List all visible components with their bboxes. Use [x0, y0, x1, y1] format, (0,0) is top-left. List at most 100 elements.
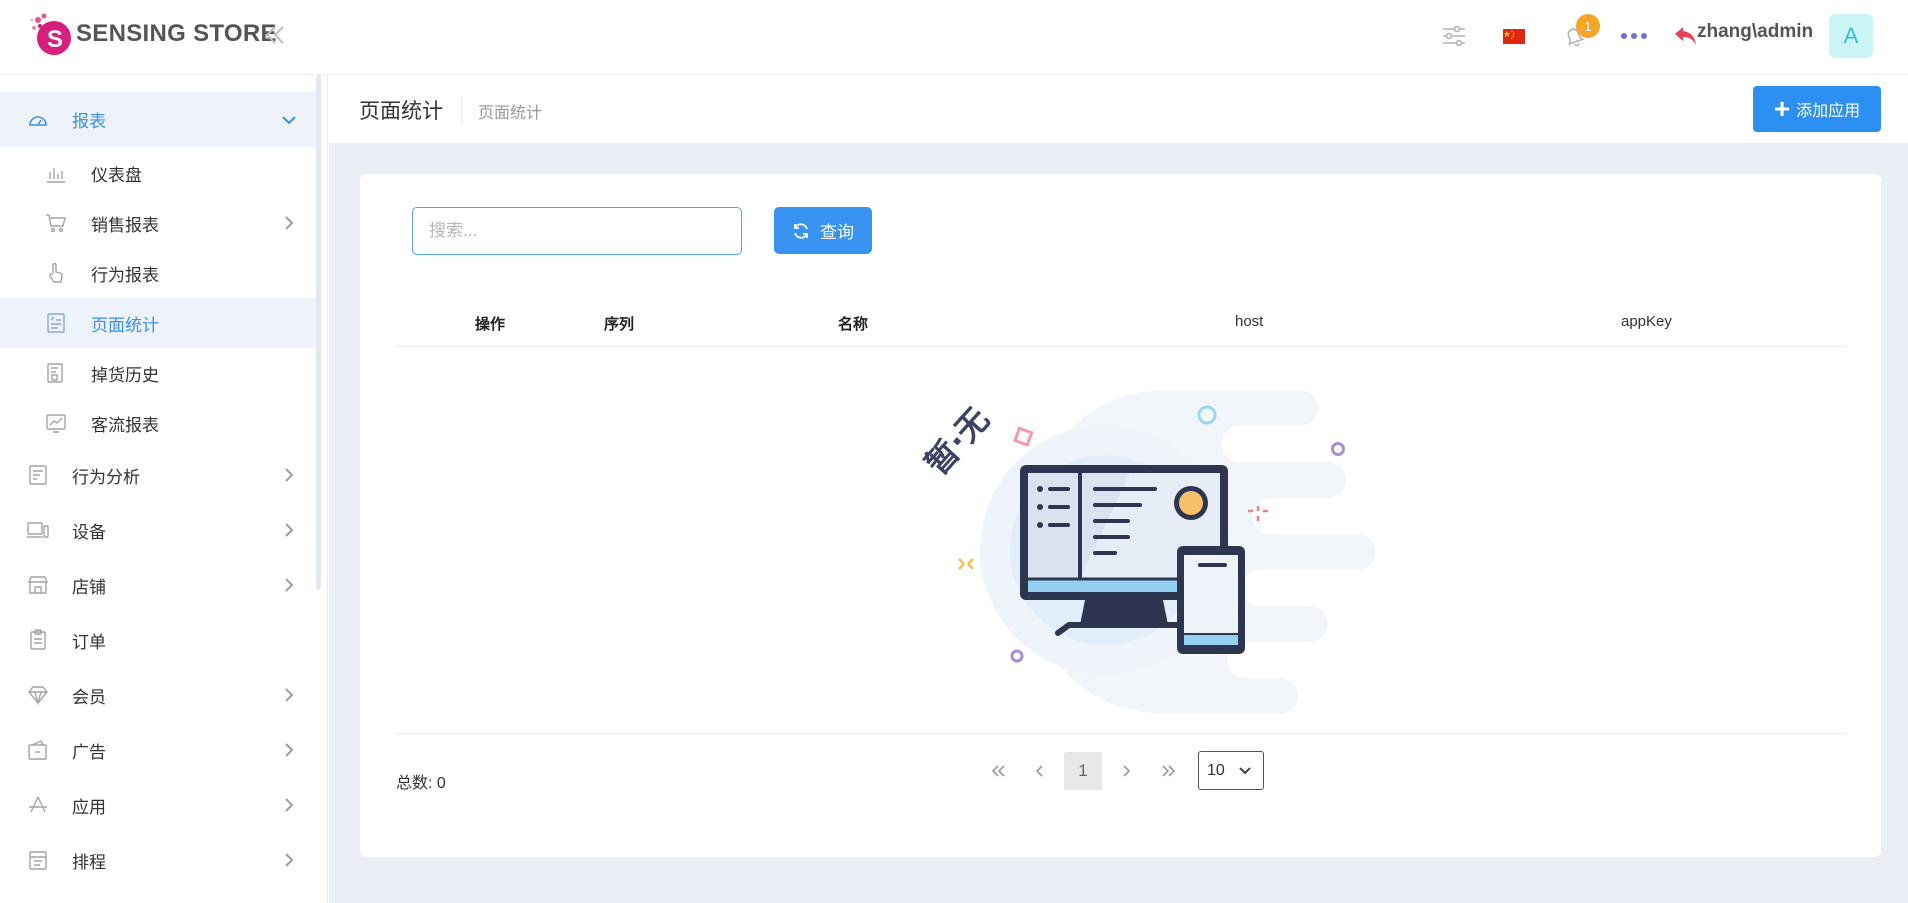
sidebar-item-orders[interactable]: 订单 — [0, 614, 316, 666]
chevron-left-icon — [1035, 765, 1043, 777]
sidebar-item-label: 报表 — [72, 112, 106, 131]
filter-settings-icon[interactable] — [1438, 20, 1470, 52]
column-header-actions[interactable]: 操作 — [475, 313, 505, 334]
app-store-icon — [29, 796, 47, 813]
calendar-icon — [29, 851, 47, 870]
empty-state-text: 暂·无 — [918, 400, 997, 482]
next-page-button[interactable] — [1107, 752, 1145, 790]
page-size-value: 10 — [1207, 761, 1225, 779]
chevron-right-icon — [285, 688, 294, 702]
clipboard-icon — [30, 629, 46, 650]
plus-icon: + — [1773, 93, 1791, 124]
chevron-right-icon — [1123, 765, 1131, 777]
title-divider — [461, 96, 462, 122]
refresh-icon — [794, 222, 808, 239]
first-page-button[interactable] — [979, 752, 1017, 790]
sidebar-item-label: 会员 — [72, 687, 106, 707]
collapse-sidebar-icon[interactable] — [262, 22, 288, 48]
sidebar-item-page-stats[interactable]: 页面统计 — [0, 298, 316, 348]
sidebar-item-label: 应用 — [72, 797, 106, 817]
avatar[interactable]: A — [1829, 14, 1873, 58]
top-header: S SENSING STORE 1 zhang\admin A — [0, 0, 1908, 75]
sidebar-item-devices[interactable]: 设备 — [0, 504, 316, 556]
sidebar-item-label: 客流报表 — [91, 415, 159, 435]
sidebar-item-apps[interactable]: 应用 — [0, 779, 316, 831]
total-count: 总数: 0 — [396, 775, 446, 792]
logo-icon: S — [28, 10, 74, 58]
sidebar-item-schedule[interactable]: 排程 — [0, 834, 316, 886]
current-user[interactable]: zhang\admin — [1697, 21, 1813, 43]
brand-name: SENSING STORE — [76, 20, 277, 47]
chevron-right-icon — [285, 743, 294, 757]
sidebar-item-label: 设备 — [72, 522, 106, 542]
sidebar-item-sales-report[interactable]: 销售报表 — [0, 198, 316, 248]
chevron-right-icon — [285, 216, 294, 230]
page-number-button[interactable]: 1 — [1064, 752, 1102, 790]
chevron-right-icon — [285, 468, 294, 482]
table-footer-divider — [396, 733, 1846, 734]
column-header-sequence[interactable]: 序列 — [604, 313, 634, 334]
column-header-name[interactable]: 名称 — [838, 313, 868, 334]
sidebar-item-label: 订单 — [72, 632, 106, 652]
gauge-icon — [29, 115, 47, 126]
query-label: 查询 — [820, 223, 854, 242]
table-header-divider — [396, 346, 1846, 347]
chevron-down-icon — [1239, 767, 1251, 775]
more-options-icon[interactable] — [1618, 20, 1650, 52]
device-icon — [27, 522, 49, 538]
sidebar: 报表 仪表盘 销售报表 行为报表 页面统计 掉货历史 客流报表 行为分析 设备 … — [0, 75, 328, 903]
svg-text:S: S — [47, 26, 63, 53]
store-icon — [27, 576, 49, 594]
column-header-host[interactable]: host — [1235, 313, 1263, 330]
double-chevron-right-icon — [1162, 765, 1176, 777]
brand-logo[interactable]: S SENSING STORE — [28, 10, 277, 58]
chevron-down-icon — [282, 115, 296, 124]
page-title: 页面统计 — [359, 100, 443, 123]
double-chevron-left-icon — [991, 765, 1005, 777]
query-button[interactable]: 查询 — [774, 207, 872, 254]
trend-chart-icon — [46, 414, 66, 433]
breadcrumb[interactable]: 页面统计 — [478, 99, 542, 123]
chevron-right-icon — [285, 798, 294, 812]
history-doc-icon — [47, 363, 63, 383]
empty-state-illustration: 暂·无 — [880, 385, 1400, 715]
sidebar-item-label: 行为报表 — [91, 265, 159, 285]
prev-page-button[interactable] — [1021, 752, 1059, 790]
sidebar-item-label: 掉货历史 — [91, 365, 159, 385]
page-header — [329, 75, 1908, 143]
sidebar-item-behavior-analysis[interactable]: 行为分析 — [0, 449, 316, 501]
sidebar-item-reports[interactable]: 报表 — [0, 92, 316, 147]
sidebar-item-stores[interactable]: 店铺 — [0, 559, 316, 611]
column-header-appkey[interactable]: appKey — [1621, 313, 1672, 330]
sidebar-item-ads[interactable]: 广告 — [0, 724, 316, 776]
switch-user-icon[interactable] — [1672, 20, 1698, 52]
diamond-icon — [28, 686, 48, 706]
chevron-right-icon — [285, 523, 294, 537]
notification-badge: 1 — [1576, 14, 1600, 38]
sidebar-item-traffic-report[interactable]: 客流报表 — [0, 398, 316, 448]
last-page-button[interactable] — [1150, 752, 1188, 790]
sidebar-scrollbar[interactable] — [316, 75, 321, 590]
search-input[interactable] — [412, 207, 742, 255]
sidebar-item-dashboard[interactable]: 仪表盘 — [0, 148, 316, 198]
sidebar-item-label: 销售报表 — [91, 215, 159, 235]
sidebar-item-label: 行为分析 — [72, 467, 140, 487]
chevron-right-icon — [285, 578, 294, 592]
sidebar-item-label: 店铺 — [72, 577, 106, 597]
hand-pointer-icon — [49, 262, 63, 283]
sidebar-item-label: 广告 — [72, 742, 106, 762]
sidebar-item-label: 排程 — [72, 852, 106, 872]
sidebar-item-label: 页面统计 — [91, 315, 159, 335]
language-flag-icon[interactable] — [1498, 20, 1530, 52]
analysis-doc-icon — [29, 465, 47, 485]
ad-icon — [28, 740, 47, 760]
sidebar-item-behavior-report[interactable]: 行为报表 — [0, 248, 316, 298]
add-app-button[interactable]: + 添加应用 — [1753, 86, 1881, 132]
bar-chart-icon — [47, 168, 65, 183]
chevron-right-icon — [285, 853, 294, 867]
page-stats-icon — [47, 313, 65, 333]
sidebar-item-drop-history[interactable]: 掉货历史 — [0, 348, 316, 398]
page-size-select[interactable]: 10 — [1198, 751, 1264, 790]
sidebar-item-members[interactable]: 会员 — [0, 669, 316, 721]
add-app-label: 添加应用 — [1796, 103, 1861, 120]
